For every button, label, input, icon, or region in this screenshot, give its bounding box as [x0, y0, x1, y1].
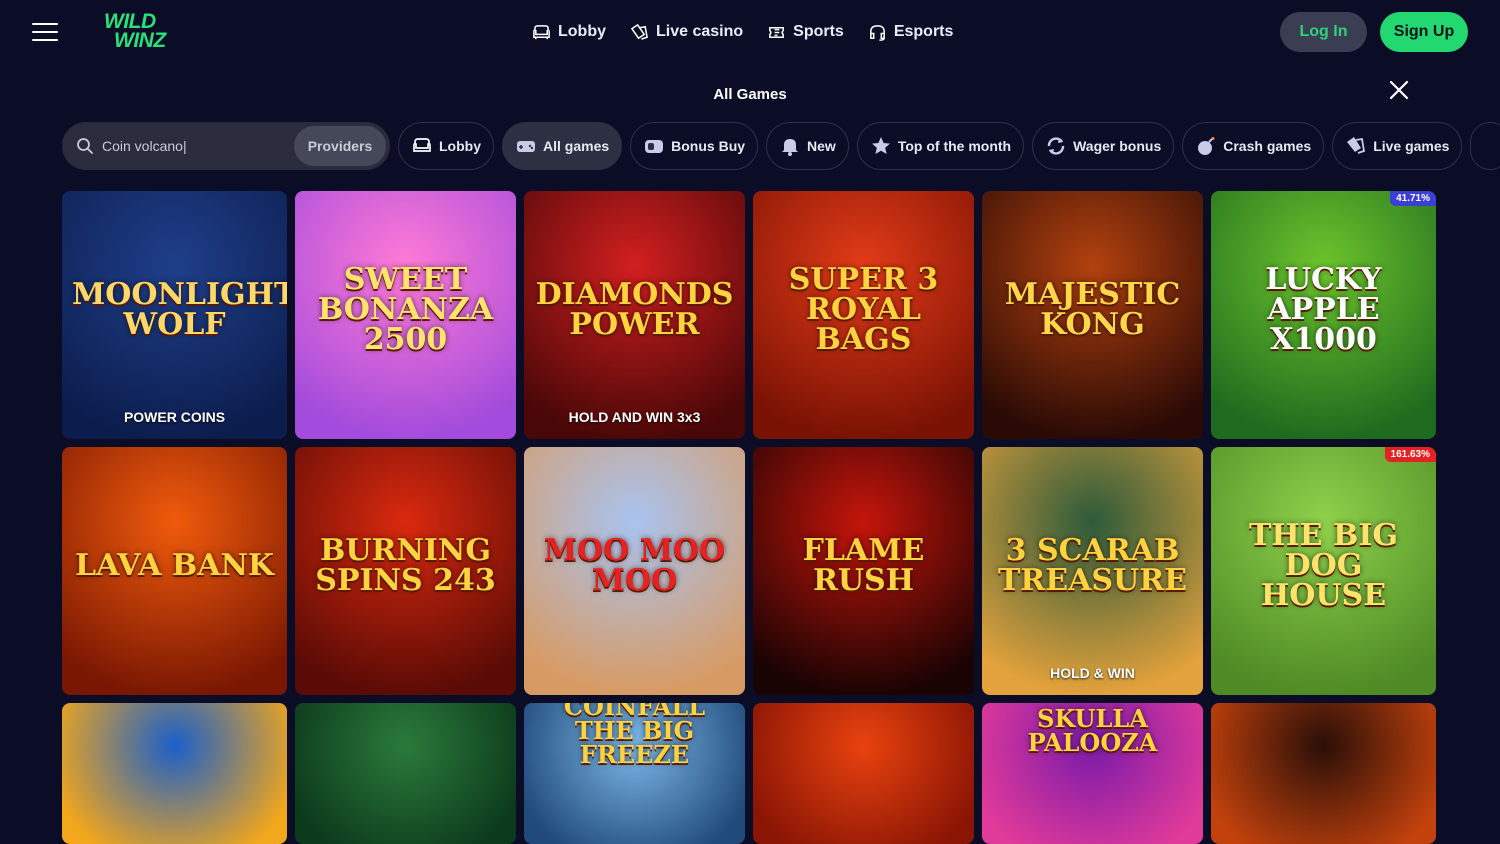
ticket-icon [769, 26, 785, 38]
headset-icon [869, 24, 885, 41]
nav-sports[interactable]: Sports [767, 20, 844, 44]
game-tile[interactable]: SUPER 3 ROYAL BAGS [753, 191, 974, 439]
game-tile[interactable]: FLAME RUSH [753, 447, 974, 695]
nav-esports[interactable]: Esports [868, 20, 953, 44]
filter-crash-games[interactable]: Crash games [1182, 122, 1325, 170]
game-title: FLAME RUSH [802, 533, 925, 599]
sofa-icon [413, 138, 431, 152]
game-tile[interactable] [1211, 703, 1436, 844]
search-icon [77, 138, 93, 154]
game-tile[interactable]: LAVA BANK [62, 447, 287, 695]
rtp-badge: 41.71% [1390, 191, 1436, 206]
nav-live-casino[interactable]: Live casino [630, 20, 743, 44]
filter-lobby[interactable]: Lobby [398, 122, 494, 170]
logo[interactable]: WILD WINZ [104, 11, 184, 54]
game-tile[interactable]: LUCKY APPLE X1000 41.71% [1211, 191, 1436, 439]
bonus-buy-icon [645, 140, 664, 153]
filter-all-games[interactable]: All games [502, 122, 623, 170]
close-icon[interactable] [1388, 79, 1410, 101]
sofa-icon [533, 24, 550, 39]
game-tile[interactable]: SKULLA PALOOZA [982, 703, 1203, 844]
filter-live-games[interactable]: Live games [1332, 122, 1463, 170]
gamepad-icon [517, 141, 535, 152]
game-title: BURNING SPINS 243 [315, 533, 496, 599]
cards-icon [1347, 137, 1366, 154]
filter-bar: Providers Lobby All games Bonus Buy New … [62, 122, 1500, 170]
game-thumbnail [753, 703, 974, 844]
nav-lobby[interactable]: Lobby [532, 20, 606, 44]
game-thumbnail [295, 703, 516, 844]
filter-new[interactable]: New [766, 122, 849, 170]
rtp-badge: 161.63% [1384, 447, 1436, 462]
bomb-icon [1198, 137, 1215, 155]
game-subtitle: HOLD & WIN [1050, 665, 1135, 681]
menu-icon[interactable] [32, 22, 58, 42]
game-title: LAVA BANK [75, 548, 274, 584]
game-title: MOONLIGHT WOLF [72, 277, 287, 343]
game-title: 3 SCARAB TREASURE [997, 533, 1188, 599]
header: WILD WINZ Lobby Live casino Sports Espor… [0, 0, 1500, 64]
game-tile[interactable]: MOONLIGHT WOLF POWER COINS [62, 191, 287, 439]
game-tile[interactable]: MAJESTIC KONG [982, 191, 1203, 439]
game-title: DIAMONDS POWER [535, 277, 734, 343]
game-title: MAJESTIC KONG [1004, 277, 1181, 343]
game-tile[interactable]: DIAMONDS POWER HOLD AND WIN 3x3 [524, 191, 745, 439]
refresh-icon [1047, 137, 1065, 155]
game-tile[interactable]: COINFALL THE BIG FREEZE [524, 703, 745, 844]
providers-button[interactable]: Providers [294, 126, 386, 166]
game-title: MOO MOO MOO [543, 533, 726, 599]
filter-more[interactable] [1470, 122, 1500, 170]
game-tile[interactable]: 3 SCARAB TREASURE HOLD & WIN [982, 447, 1203, 695]
login-button[interactable]: Log In [1280, 12, 1367, 52]
game-tile[interactable] [295, 703, 516, 844]
game-title: SWEET BONANZA 2500 [317, 262, 494, 358]
game-tile[interactable] [753, 703, 974, 844]
game-tile[interactable] [62, 703, 287, 844]
cards-icon [630, 23, 648, 40]
game-tile[interactable]: BURNING SPINS 243 [295, 447, 516, 695]
game-tile[interactable]: MOO MOO MOO [524, 447, 745, 695]
search-input[interactable] [102, 138, 282, 154]
game-subtitle: POWER COINS [123, 409, 226, 425]
game-tile[interactable]: THE BIG DOG HOUSE 161.63% [1211, 447, 1436, 695]
top-nav: Lobby Live casino Sports Esports [532, 20, 953, 44]
signup-button[interactable]: Sign Up [1380, 12, 1468, 52]
filter-wager-bonus[interactable]: Wager bonus [1032, 122, 1175, 170]
game-title: THE BIG DOG HOUSE [1249, 518, 1398, 614]
star-icon [871, 137, 890, 154]
game-title: SKULLA PALOOZA [1027, 704, 1158, 758]
game-title: LUCKY APPLE X1000 [1265, 262, 1382, 358]
game-title: COINFALL THE BIG FREEZE [563, 703, 706, 770]
game-thumbnail [62, 703, 287, 844]
bell-icon [782, 139, 799, 156]
game-thumbnail [1211, 703, 1436, 844]
game-subtitle: HOLD AND WIN 3x3 [568, 409, 701, 425]
page-title: All Games [713, 86, 787, 103]
filter-top-of-the-month[interactable]: Top of the month [856, 122, 1025, 170]
game-title: SUPER 3 ROYAL BAGS [788, 262, 939, 358]
game-tile[interactable]: SWEET BONANZA 2500 [295, 191, 516, 439]
search-box: Providers [62, 122, 390, 170]
filter-bonus-buy[interactable]: Bonus Buy [630, 122, 759, 170]
